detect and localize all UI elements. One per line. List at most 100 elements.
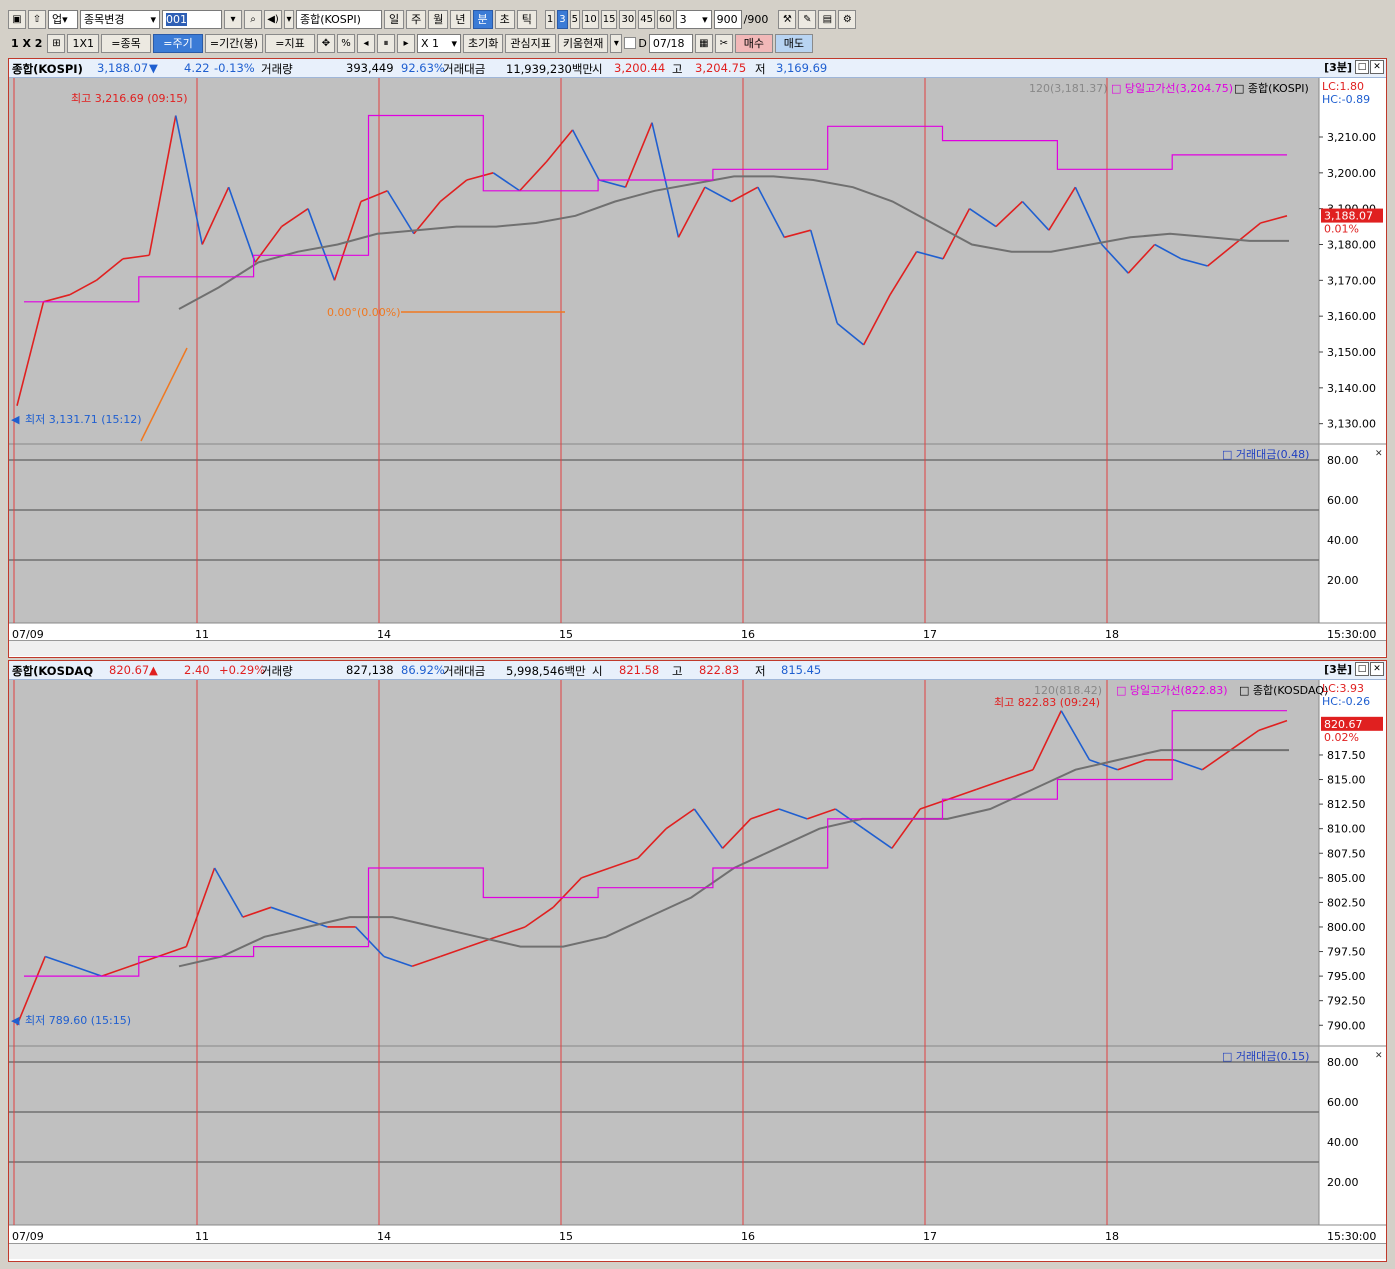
- y-tick-label: 790.00: [1327, 1019, 1366, 1032]
- item-sync-button[interactable]: =종목: [101, 33, 151, 53]
- watch-indicator-button[interactable]: 관심지표: [505, 33, 556, 53]
- volume-panel-label: □ 거래대금(0.48): [1222, 448, 1309, 461]
- kospi-vol-label: 거래량: [261, 62, 293, 76]
- period-year-button[interactable]: 년: [450, 9, 471, 29]
- chart-tools-icon[interactable]: ⚒: [778, 9, 797, 29]
- minute-60-button[interactable]: 60: [656, 9, 674, 29]
- reset-button[interactable]: 초기화: [463, 33, 504, 53]
- sell-button[interactable]: 매도: [774, 33, 813, 53]
- kospi-vol: 393,449: [346, 61, 394, 75]
- indicator-sync-button[interactable]: =지표: [265, 33, 315, 53]
- volume-close-icon: ✕: [1375, 449, 1383, 459]
- y-tick-label: 3,200.00: [1327, 167, 1376, 180]
- next-icon[interactable]: ▸: [397, 33, 415, 53]
- kospi-header: 종합(KOSPI) 3,188.07 ▼ 4.22 -0.13% 거래량 393…: [9, 59, 1386, 78]
- close-icon[interactable]: ✕: [1370, 662, 1384, 676]
- kosdaq-window-buttons: [3분] □ ✕: [1324, 662, 1384, 676]
- volume-y-tick-label: 80.00: [1327, 454, 1359, 467]
- period-sync-button[interactable]: =기간(봉): [205, 33, 263, 53]
- gear-icon[interactable]: ⚙: [838, 9, 857, 29]
- speaker-dropdown-icon[interactable]: ▾: [284, 9, 294, 29]
- kospi-high-label: 고: [672, 62, 683, 76]
- period-month-button[interactable]: 월: [428, 9, 449, 29]
- y-tick-label: 3,150.00: [1327, 346, 1376, 359]
- kospi-chart-svg[interactable]: 3,210.003,200.003,190.003,180.003,170.00…: [9, 78, 1386, 641]
- kospi-interval-label: [3분]: [1324, 61, 1352, 74]
- save-icon[interactable]: ▤: [818, 9, 837, 29]
- current-price-label: 3,188.07: [1324, 210, 1373, 223]
- percent-button[interactable]: %: [337, 33, 355, 53]
- x-axis-background: [9, 1225, 1386, 1244]
- minute-10-button[interactable]: 10: [582, 9, 599, 29]
- lc-label: LC:1.80: [1322, 80, 1364, 93]
- kospi-open: 3,200.44: [614, 61, 666, 75]
- scissors-icon[interactable]: ✂: [714, 33, 733, 53]
- calendar-icon[interactable]: ▦: [694, 33, 713, 53]
- kosdaq-amt-label: 거래대금: [443, 664, 486, 678]
- speaker-icon[interactable]: ◀): [264, 9, 282, 29]
- minute-1-button[interactable]: 1: [544, 9, 556, 29]
- search-icon[interactable]: ⌕: [244, 9, 262, 29]
- minute-5-button[interactable]: 5: [569, 9, 580, 29]
- drawing-tools-icon[interactable]: ✎: [798, 9, 817, 29]
- kosdaq-chart-svg[interactable]: 817.50 815.00 812.50 810.00 807.50 805.00 802.…: [9, 680, 1386, 1244]
- kospi-scrollbar[interactable]: [9, 640, 1386, 656]
- minute-15-button[interactable]: 15: [600, 9, 618, 29]
- kosdaq-scrollbar[interactable]: [9, 1243, 1386, 1259]
- code-input[interactable]: 001: [162, 9, 222, 29]
- kosdaq-low-label: 저: [755, 664, 766, 678]
- pause-icon[interactable]: ⏸: [377, 33, 395, 53]
- lc-label: LC:3.93: [1322, 682, 1364, 695]
- kospi-name: 종합(KOSPI): [12, 62, 83, 76]
- market-select[interactable]: 업 ▾: [48, 9, 78, 29]
- minute-select[interactable]: 3 ▾: [675, 9, 712, 29]
- cycle-sync-button[interactable]: =주기: [153, 33, 203, 53]
- kosdaq-chart-panel: 종합(KOSDAQ 820.67 ▲ 2.40 +0.29% 거래량 827,1…: [8, 660, 1387, 1262]
- kospi-amt-label: 거래대금: [443, 62, 486, 76]
- window-icon[interactable]: ▣: [8, 9, 26, 29]
- kiwoom-dropdown-icon[interactable]: ▾: [610, 33, 623, 53]
- x-axis-background: [9, 623, 1386, 641]
- count-input[interactable]: 900: [713, 9, 742, 29]
- x-tick-label: 15: [559, 1230, 573, 1243]
- item-legend: □ 종합(KOSPI): [1234, 82, 1309, 95]
- kospi-low: 3,169.69: [776, 61, 828, 75]
- y-axis-background: [1319, 78, 1386, 641]
- period-week-button[interactable]: 주: [406, 9, 427, 29]
- period-tick-button[interactable]: 틱: [516, 9, 537, 29]
- min-price-label: 최저 789.60 (15:15): [25, 1014, 131, 1027]
- kosdaq-arrow: ▲: [149, 663, 158, 677]
- kosdaq-name: 종합(KOSDAQ: [12, 664, 94, 678]
- close-icon[interactable]: ✕: [1370, 60, 1384, 74]
- change-item-select[interactable]: 종목변경 ▾: [80, 9, 160, 29]
- kiwoom-now-button[interactable]: 키움현재: [557, 33, 609, 53]
- maximize-icon[interactable]: □: [1355, 662, 1369, 676]
- period-second-button[interactable]: 초: [494, 9, 515, 29]
- layout-label[interactable]: 1 X 2: [8, 37, 45, 50]
- period-day-button[interactable]: 일: [384, 9, 405, 29]
- kosdaq-header: 종합(KOSDAQ 820.67 ▲ 2.40 +0.29% 거래량 827,1…: [9, 661, 1386, 680]
- crosshair-icon[interactable]: ✥: [317, 33, 335, 53]
- zoom-select[interactable]: X 1 ▾: [417, 33, 461, 53]
- volume-y-tick-label: 40.00: [1327, 1136, 1359, 1149]
- pin-icon[interactable]: ⇧: [28, 9, 46, 29]
- date-checkbox[interactable]: [624, 37, 637, 49]
- code-value: 001: [166, 12, 187, 26]
- period-minute-button[interactable]: 분: [472, 9, 493, 29]
- minute-3-button[interactable]: 3: [557, 9, 568, 29]
- change-item-label: 종목변경: [84, 13, 125, 26]
- date-input[interactable]: 07/18: [648, 33, 693, 53]
- prev-icon[interactable]: ◂: [357, 33, 375, 53]
- grid-icon[interactable]: ⊞: [47, 33, 66, 53]
- maximize-icon[interactable]: □: [1355, 60, 1369, 74]
- minute-30-button[interactable]: 30: [619, 9, 637, 29]
- buy-button[interactable]: 매수: [734, 33, 773, 53]
- y-tick-label: 800.00: [1327, 921, 1366, 934]
- y-tick-label: 812.50: [1327, 798, 1366, 811]
- max-price-label: 최고 3,216.69 (09:15): [71, 92, 188, 105]
- hc-label: HC:-0.26: [1322, 695, 1370, 708]
- layout-1x1-button[interactable]: 1X1: [67, 33, 99, 53]
- code-dropdown-icon[interactable]: ▾: [224, 9, 242, 29]
- item-name-field[interactable]: 종합(KOSPI): [296, 9, 382, 29]
- minute-45-button[interactable]: 45: [638, 9, 655, 29]
